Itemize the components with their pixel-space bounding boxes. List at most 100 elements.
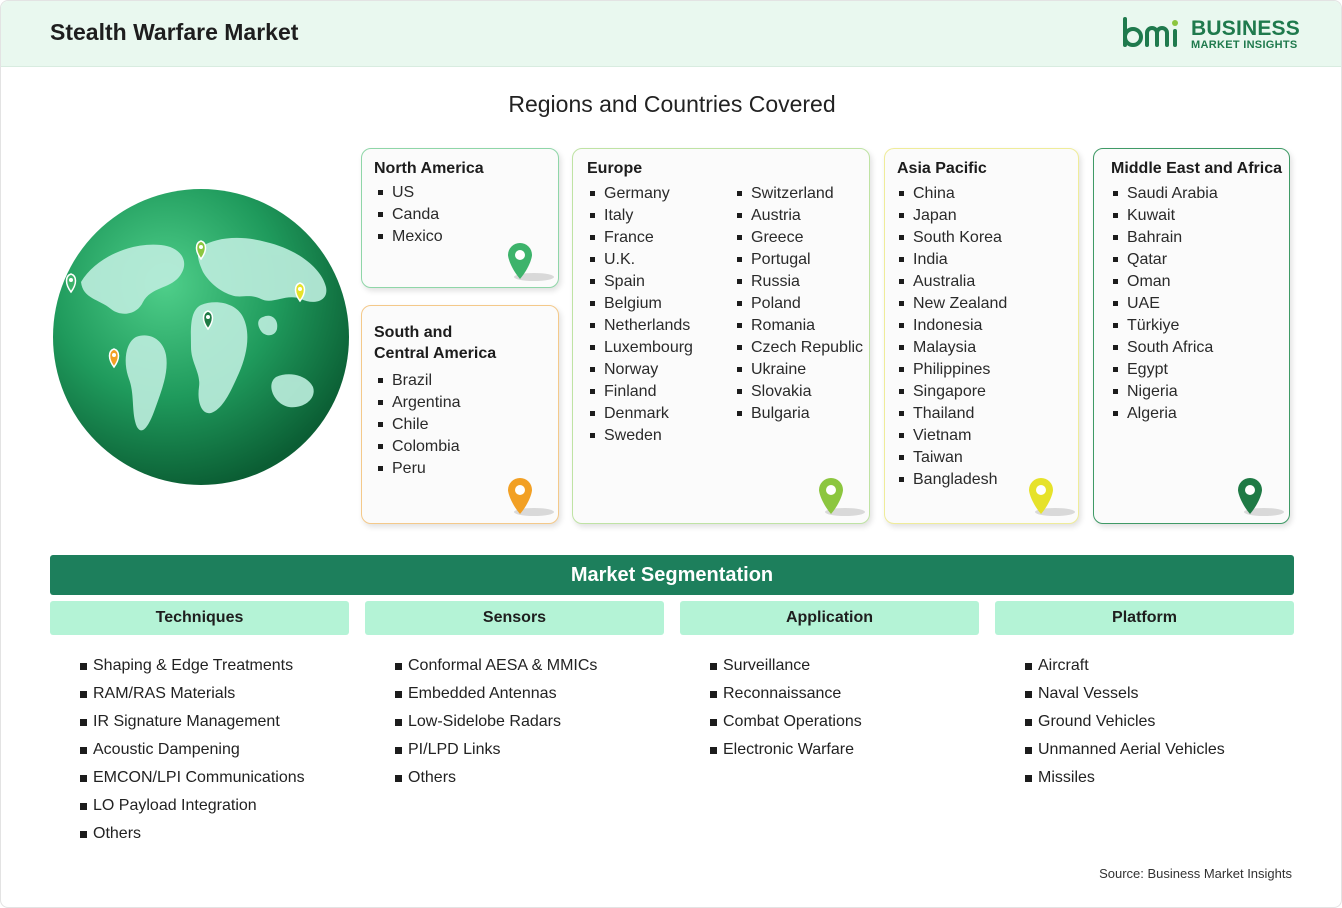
segment-header-sensors: Sensors	[365, 601, 664, 635]
list-item: Poland	[735, 293, 863, 315]
list-item: Qatar	[1111, 249, 1218, 271]
list-item: Conformal AESA & MMICs	[394, 652, 597, 680]
bmi-logo: BUSINESS MARKET INSIGHTS	[1121, 15, 1301, 55]
list-item: LO Payload Integration	[79, 792, 305, 820]
list-item: Singapore	[897, 381, 1007, 403]
list-item: Mexico	[376, 226, 443, 248]
list-item: Portugal	[735, 249, 863, 271]
source-note: Source: Business Market Insights	[1099, 866, 1292, 881]
list-item: Combat Operations	[709, 708, 862, 736]
list-item: Thailand	[897, 403, 1007, 425]
list-item: Colombia	[376, 436, 461, 458]
list-item: Canda	[376, 204, 443, 226]
list-item: Oman	[1111, 271, 1218, 293]
list-item: Indonesia	[897, 315, 1007, 337]
list-item: Ukraine	[735, 359, 863, 381]
list-item: India	[897, 249, 1007, 271]
list-item: Türkiye	[1111, 315, 1218, 337]
list-item: Sweden	[588, 425, 693, 447]
list-item: Unmanned Aerial Vehicles	[1024, 736, 1225, 764]
country-list-col1: Germany Italy France U.K. Spain Belgium …	[588, 183, 693, 447]
country-list: Brazil Argentina Chile Colombia Peru	[376, 370, 461, 480]
list-item: Philippines	[897, 359, 1007, 381]
region-title-line2: Central America	[374, 345, 497, 362]
region-title: Europe	[587, 160, 643, 177]
list-item: Norway	[588, 359, 693, 381]
segment-list-sensors: Conformal AESA & MMICs Embedded Antennas…	[394, 652, 597, 792]
country-list: US Canda Mexico	[376, 182, 443, 248]
list-item: China	[897, 183, 1007, 205]
list-item: RAM/RAS Materials	[79, 680, 305, 708]
region-asia-pacific: Asia Pacific China Japan South Korea Ind…	[884, 148, 1079, 524]
list-item: Egypt	[1111, 359, 1218, 381]
list-item: Finland	[588, 381, 693, 403]
list-item: EMCON/LPI Communications	[79, 764, 305, 792]
country-list: China Japan South Korea India Australia …	[897, 183, 1007, 491]
bmi-logo-mark-icon	[1123, 17, 1178, 47]
list-item: Romania	[735, 315, 863, 337]
list-item: Argentina	[376, 392, 461, 414]
infographic-frame: Stealth Warfare Market BUSINESS MARKET I…	[0, 0, 1342, 908]
list-item: Acoustic Dampening	[79, 736, 305, 764]
list-item: Brazil	[376, 370, 461, 392]
region-middle-east-africa: Middle East and Africa Saudi Arabia Kuwa…	[1093, 148, 1290, 524]
list-item: Belgium	[588, 293, 693, 315]
market-segmentation-bar: Market Segmentation	[50, 555, 1294, 595]
page-title: Stealth Warfare Market	[50, 19, 299, 45]
country-list-col2: Switzerland Austria Greece Portugal Russ…	[735, 183, 863, 425]
segment-header-techniques: Techniques	[50, 601, 349, 635]
segment-list-application: Surveillance Reconnaissance Combat Opera…	[709, 652, 862, 764]
list-item: Bangladesh	[897, 469, 1007, 491]
list-item: New Zealand	[897, 293, 1007, 315]
list-item: Netherlands	[588, 315, 693, 337]
location-pin-icon	[508, 243, 554, 281]
list-item: US	[376, 182, 443, 204]
list-item: Switzerland	[735, 183, 863, 205]
segment-header-application: Application	[680, 601, 979, 635]
region-south-central-america: South and Central America Brazil Argenti…	[361, 305, 559, 524]
location-pin-icon	[1238, 478, 1284, 516]
list-item: Bulgaria	[735, 403, 863, 425]
list-item: Russia	[735, 271, 863, 293]
segment-list-platform: Aircraft Naval Vessels Ground Vehicles U…	[1024, 652, 1225, 792]
region-title: Middle East and Africa	[1111, 160, 1282, 177]
list-item: Greece	[735, 227, 863, 249]
country-list: Saudi Arabia Kuwait Bahrain Qatar Oman U…	[1111, 183, 1218, 425]
segment-header-platform: Platform	[995, 601, 1294, 635]
list-item: Spain	[588, 271, 693, 293]
list-item: Denmark	[588, 403, 693, 425]
regions-title: Regions and Countries Covered	[508, 91, 836, 117]
list-item: UAE	[1111, 293, 1218, 315]
list-item: Nigeria	[1111, 381, 1218, 403]
region-europe: Europe Germany Italy France U.K. Spain B…	[572, 148, 870, 524]
list-item: Missiles	[1024, 764, 1225, 792]
list-item: Italy	[588, 205, 693, 227]
region-north-america: North America US Canda Mexico	[361, 148, 559, 288]
list-item: Vietnam	[897, 425, 1007, 447]
list-item: Electronic Warfare	[709, 736, 862, 764]
header-bar: Stealth Warfare Market BUSINESS MARKET I…	[1, 1, 1341, 67]
list-item: Ground Vehicles	[1024, 708, 1225, 736]
list-item: Shaping & Edge Treatments	[79, 652, 305, 680]
list-item: Japan	[897, 205, 1007, 227]
list-item: Algeria	[1111, 403, 1218, 425]
list-item: Others	[79, 820, 305, 848]
region-title: North America	[374, 160, 484, 177]
list-item: Bahrain	[1111, 227, 1218, 249]
list-item: PI/LPD Links	[394, 736, 597, 764]
logo-market-insights-text: MARKET INSIGHTS	[1191, 39, 1298, 51]
list-item: Malaysia	[897, 337, 1007, 359]
list-item: Others	[394, 764, 597, 792]
list-item: IR Signature Management	[79, 708, 305, 736]
list-item: U.K.	[588, 249, 693, 271]
list-item: Naval Vessels	[1024, 680, 1225, 708]
region-title: Asia Pacific	[897, 160, 987, 177]
list-item: Chile	[376, 414, 461, 436]
list-item: Surveillance	[709, 652, 862, 680]
list-item: Low-Sidelobe Radars	[394, 708, 597, 736]
list-item: Czech Republic	[735, 337, 863, 359]
list-item: Saudi Arabia	[1111, 183, 1218, 205]
region-title-line1: South and	[374, 324, 453, 341]
list-item: Austria	[735, 205, 863, 227]
list-item: South Korea	[897, 227, 1007, 249]
